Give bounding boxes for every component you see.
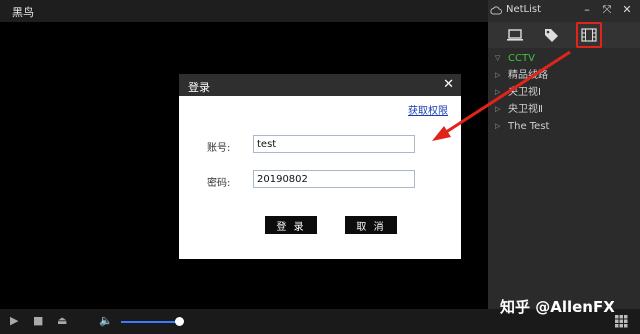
volume-icon[interactable]: 🔈 [99,315,113,327]
netlist-title: NetList [506,4,542,15]
password-input[interactable] [253,170,415,188]
dialog-close-button[interactable]: ✕ [443,77,454,92]
tree-item[interactable]: ▷ 精品线路 [488,67,640,84]
stop-icon[interactable]: ■ [33,315,43,327]
tree-item-cctv[interactable]: ▽ CCTV [488,50,640,67]
tree-item-label: 精品线路 [508,70,548,81]
get-permission-link[interactable]: 获取权限 [408,102,448,117]
tree-item-label: The Test [508,121,550,132]
password-label: 密码: [207,178,231,189]
watermark: 知乎 @AllenFX [500,298,615,316]
account-input[interactable] [253,135,415,153]
collapse-arrow-icon: ▷ [495,105,501,113]
volume-slider[interactable] [121,321,179,323]
netlist-header: NetList – ⤧ ✕ [488,0,640,22]
eject-icon[interactable]: ⏏ [57,315,67,327]
collapse-arrow-icon: ▷ [495,122,501,130]
tree-item-label: 央卫视Ⅱ [508,104,543,115]
volume-slider-handle[interactable] [175,317,184,326]
monitor-icon [507,29,523,41]
title-bar: 黑鸟 [0,0,488,22]
channel-tree: ▽ CCTV ▷ 精品线路 ▷ 央卫视Ⅰ ▷ 央卫视Ⅱ ▷ The Test [488,50,640,135]
restore-icon[interactable]: ⤧ [600,3,614,17]
netlist-panel: NetList – ⤧ ✕ ▽ CCTV ▷ 精品线路 ▷ 央卫视Ⅰ ▷ 央卫视… [488,0,640,309]
tag-icon [545,29,558,42]
login-dialog: 登录 ✕ 获取权限 账号: 密码: 登 录 取 消 [179,74,461,259]
play-icon[interactable]: ▶ [10,315,18,327]
film-icon [581,28,597,42]
account-label: 账号: [207,143,231,154]
cancel-button[interactable]: 取 消 [345,216,397,234]
tree-item[interactable]: ▷ 央卫视Ⅱ [488,101,640,118]
collapse-arrow-icon: ▷ [495,71,501,79]
tree-item[interactable]: ▷ The Test [488,118,640,135]
tree-item[interactable]: ▷ 央卫视Ⅰ [488,84,640,101]
tree-item-label: 央卫视Ⅰ [508,87,541,98]
netlist-tabs [488,22,640,48]
cloud-icon [490,6,502,15]
tab-tags[interactable] [539,24,565,46]
tab-film[interactable] [576,22,602,48]
minimize-button[interactable]: – [580,3,594,17]
collapse-arrow-icon: ▷ [495,88,501,96]
app-title: 黑鸟 [12,6,34,19]
dialog-header: 登录 ✕ [179,74,461,96]
expand-arrow-icon: ▽ [495,54,501,62]
login-button[interactable]: 登 录 [265,216,317,234]
grid-menu-icon[interactable] [614,314,628,328]
tab-monitor[interactable] [502,24,528,46]
dialog-title: 登录 [188,81,210,94]
close-button[interactable]: ✕ [620,3,634,17]
tree-item-label: CCTV [508,53,535,64]
